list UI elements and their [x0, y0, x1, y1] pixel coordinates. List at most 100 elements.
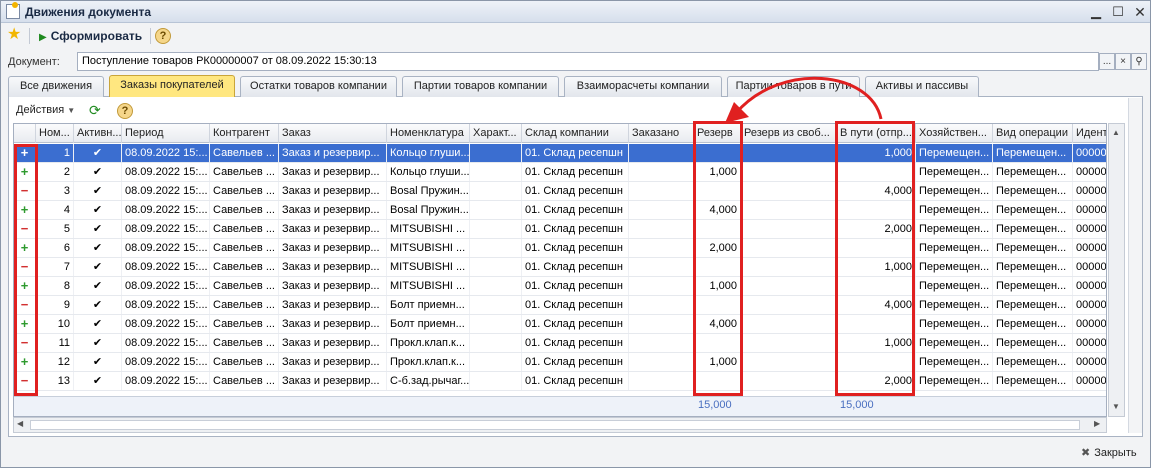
close-button[interactable]: ✖ Закрыть — [1081, 446, 1137, 459]
document-field[interactable]: Поступление товаров РК00000007 от 08.09.… — [77, 52, 1099, 71]
column-header-biz[interactable]: Хозяйствен... — [916, 124, 993, 143]
horizontal-scrollbar[interactable]: ◀ ▶ — [13, 417, 1107, 433]
tab-3[interactable]: Остатки товаров компании — [240, 76, 397, 97]
tab-4[interactable]: Партии товаров компании — [402, 76, 559, 97]
cell-id: 00000 — [1073, 353, 1106, 371]
cell-transit: 1,000 — [837, 258, 916, 276]
column-header-active[interactable]: Активн... — [74, 124, 122, 143]
column-header-n[interactable]: Ном... — [36, 124, 74, 143]
actions-label: Действия — [16, 104, 65, 116]
generate-button-label: Сформировать — [50, 29, 143, 43]
table-row[interactable]: −3 ✔ 08.09.2022 15:... Савельев ... Заказ и … — [14, 182, 1106, 201]
table-row[interactable]: +2 ✔ 08.09.2022 15:... Савельев ... Заказ и … — [14, 163, 1106, 182]
document-icon — [6, 2, 20, 19]
column-header-op[interactable]: Вид операции — [993, 124, 1073, 143]
minimize-button[interactable]: ▁ — [1087, 4, 1105, 20]
table-row[interactable]: −11 ✔ 08.09.2022 15:... Савельев ... Заказ и… — [14, 334, 1106, 353]
panel-scrollbar[interactable] — [1128, 98, 1142, 433]
table-row[interactable]: −9 ✔ 08.09.2022 15:... Савельев ... Заказ и … — [14, 296, 1106, 315]
cell-id: 00000 — [1073, 163, 1106, 181]
panel-help-icon[interactable]: ? — [117, 103, 133, 119]
column-header-id[interactable]: Идент — [1073, 124, 1106, 143]
tab-5[interactable]: Взаиморасчеты компании — [564, 76, 722, 97]
cell-contr: Савельев ... — [210, 334, 279, 352]
tab-6[interactable]: Партии товаров в пути — [727, 76, 860, 97]
scroll-left-icon[interactable]: ◀ — [17, 419, 23, 428]
column-header-period[interactable]: Период — [122, 124, 210, 143]
cell-id: 00000 — [1073, 220, 1106, 238]
column-header-ordered[interactable]: Заказано — [629, 124, 694, 143]
column-header-order[interactable]: Заказ — [279, 124, 387, 143]
cell-char — [470, 163, 522, 181]
cell-order: Заказ и резервир... — [279, 163, 387, 181]
cell-free — [741, 372, 837, 390]
actions-menu[interactable]: Действия ▼ — [16, 104, 75, 116]
table-row[interactable]: +4 ✔ 08.09.2022 15:... Савельев ... Заказ и … — [14, 201, 1106, 220]
help-icon[interactable]: ? — [155, 28, 171, 44]
search-icon[interactable]: ⚲ — [1131, 53, 1147, 70]
check-icon: ✔ — [74, 353, 122, 371]
scroll-right-icon[interactable]: ▶ — [1094, 419, 1100, 428]
cell-period: 08.09.2022 15:... — [122, 220, 210, 238]
cell-free — [741, 353, 837, 371]
clear-button[interactable]: × — [1115, 53, 1131, 70]
cell-transit — [837, 315, 916, 333]
cell-contr: Савельев ... — [210, 296, 279, 314]
cell-n: 4 — [36, 201, 74, 219]
maximize-button[interactable]: ☐ — [1109, 4, 1127, 20]
cell-ordered — [629, 239, 694, 257]
tab-2[interactable]: Заказы покупателей — [109, 75, 235, 97]
cell-n: 9 — [36, 296, 74, 314]
column-header-sign[interactable] — [14, 124, 36, 143]
cell-item: С-б.зад.рычаг... — [387, 372, 470, 390]
close-window-button[interactable]: ✕ — [1131, 4, 1149, 20]
cell-contr: Савельев ... — [210, 182, 279, 200]
column-header-char[interactable]: Характ... — [470, 124, 522, 143]
table-row[interactable]: −13 ✔ 08.09.2022 15:... Савельев ... Заказ и… — [14, 372, 1106, 391]
scroll-thumb[interactable] — [30, 420, 1080, 430]
table-row[interactable]: +10 ✔ 08.09.2022 15:... Савельев ... Заказ и… — [14, 315, 1106, 334]
cell-contr: Савельев ... — [210, 353, 279, 371]
refresh-icon[interactable]: ⟳ — [89, 102, 101, 118]
column-header-transit[interactable]: В пути (отпр... — [837, 124, 916, 143]
column-header-contr[interactable]: Контрагент — [210, 124, 279, 143]
column-header-free[interactable]: Резерв из своб... — [741, 124, 837, 143]
cell-id: 00000 — [1073, 239, 1106, 257]
cell-op: Перемещен... — [993, 239, 1073, 257]
table-row[interactable]: −7 ✔ 08.09.2022 15:... Савельев ... Заказ и … — [14, 258, 1106, 277]
cell-free — [741, 220, 837, 238]
cell-transit: 2,000 — [837, 220, 916, 238]
generate-button[interactable]: ▶ Сформировать — [39, 27, 142, 45]
favorite-star-icon[interactable]: ★ — [7, 27, 21, 43]
table-row[interactable]: +6 ✔ 08.09.2022 15:... Савельев ... Заказ и … — [14, 239, 1106, 258]
cell-store: 01. Склад ресепшн — [522, 239, 629, 257]
cell-order: Заказ и резервир... — [279, 315, 387, 333]
cell-free — [741, 182, 837, 200]
column-header-item[interactable]: Номенклатура — [387, 124, 470, 143]
cell-op: Перемещен... — [993, 182, 1073, 200]
column-header-reserve[interactable]: Резерв — [694, 124, 741, 143]
cell-contr: Савельев ... — [210, 220, 279, 238]
table-row[interactable]: +12 ✔ 08.09.2022 15:... Савельев ... Заказ и… — [14, 353, 1106, 372]
check-icon: ✔ — [74, 163, 122, 181]
vertical-scrollbar[interactable]: ▲ ▼ — [1108, 123, 1125, 417]
check-icon: ✔ — [74, 372, 122, 390]
window-title: Движения документа — [25, 5, 152, 19]
plus-icon: + — [14, 163, 36, 181]
tab-1[interactable]: Все движения — [8, 76, 104, 97]
cell-id: 00000 — [1073, 182, 1106, 200]
table-row[interactable]: −5 ✔ 08.09.2022 15:... Савельев ... Заказ и … — [14, 220, 1106, 239]
cell-ordered — [629, 182, 694, 200]
cell-n: 12 — [36, 353, 74, 371]
table-row[interactable]: +1 ✔ 08.09.2022 15:... Савельев ... Заказ и … — [14, 144, 1106, 163]
column-header-store[interactable]: Склад компании — [522, 124, 629, 143]
scroll-down-icon[interactable]: ▼ — [1112, 402, 1120, 411]
cell-n: 8 — [36, 277, 74, 295]
cell-store: 01. Склад ресепшн — [522, 315, 629, 333]
select-button[interactable]: ... — [1099, 53, 1115, 70]
cell-period: 08.09.2022 15:... — [122, 277, 210, 295]
table-row[interactable]: +8 ✔ 08.09.2022 15:... Савельев ... Заказ и … — [14, 277, 1106, 296]
tab-7[interactable]: Активы и пассивы — [865, 76, 979, 97]
cell-order: Заказ и резервир... — [279, 182, 387, 200]
scroll-up-icon[interactable]: ▲ — [1112, 128, 1120, 137]
